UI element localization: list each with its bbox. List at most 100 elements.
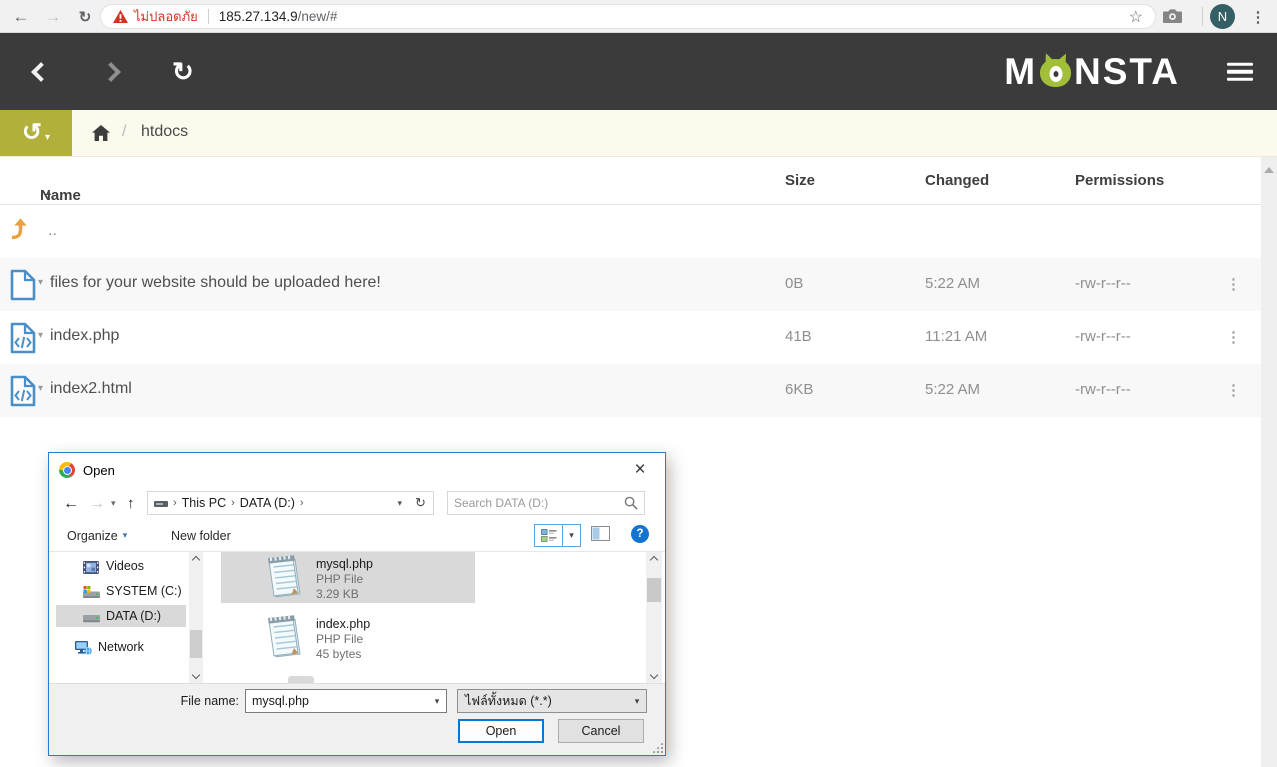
combo-caret-icon[interactable]: ▾ xyxy=(628,696,646,707)
camera-icon[interactable] xyxy=(1163,8,1182,28)
table-row[interactable]: ▾ files for your website should be uploa… xyxy=(0,258,1261,311)
file-name[interactable]: files for your website should be uploade… xyxy=(50,274,381,292)
row-caret-icon[interactable]: ▾ xyxy=(38,330,43,341)
file-permissions: -rw-r--r-- xyxy=(1075,381,1131,398)
hamburger-menu-icon[interactable] xyxy=(1227,58,1253,85)
dialog-search-input[interactable] xyxy=(454,496,624,510)
dialog-search-box[interactable] xyxy=(447,491,645,515)
preview-pane-icon[interactable] xyxy=(591,526,610,544)
file-name-input[interactable] xyxy=(246,694,428,708)
dialog-body: Videos SYSTEM (C:) xyxy=(49,552,665,683)
scroll-up-icon[interactable] xyxy=(650,556,658,564)
row-caret-icon[interactable]: ▾ xyxy=(38,277,43,288)
browser-menu-icon[interactable]: ⋮ xyxy=(1245,0,1271,33)
file-list-scrollbar[interactable] xyxy=(646,552,662,683)
dialog-file-list[interactable]: mysql.php PHP File 3.29 KB xyxy=(203,552,646,683)
sidebar-item-videos[interactable]: Videos xyxy=(56,555,186,577)
nav-up-icon[interactable]: ↑ xyxy=(127,487,135,520)
browser-back-icon[interactable]: ← xyxy=(8,0,34,33)
page-scrollbar[interactable] xyxy=(1261,157,1277,767)
sidebar-item-data-d[interactable]: DATA (D:) xyxy=(56,605,186,627)
open-button[interactable]: Open xyxy=(458,719,544,743)
nav-recent-caret-icon[interactable]: ▾ xyxy=(111,487,116,520)
address-bar[interactable]: ไม่ปลอดภัย 185.27.134.9/new/# ☆ xyxy=(100,4,1156,29)
address-caret-icon[interactable]: ▾ xyxy=(397,498,402,509)
dialog-close-icon[interactable]: × xyxy=(625,453,655,487)
breadcrumb-separator: / xyxy=(122,123,126,141)
sidebar-item-network[interactable]: Network xyxy=(56,636,186,658)
file-tile-mysql[interactable]: mysql.php PHP File 3.29 KB xyxy=(221,552,475,603)
resize-grip[interactable] xyxy=(652,742,663,753)
sidebar-scrollbar[interactable] xyxy=(189,552,203,683)
scroll-up-icon[interactable] xyxy=(192,556,200,564)
table-row[interactable]: ▾ index.php 41B 11:21 AM -rw-r--r-- ⋮ xyxy=(0,311,1261,364)
row-menu-icon[interactable]: ⋮ xyxy=(1226,328,1241,346)
breadcrumb-folder[interactable]: htdocs xyxy=(141,123,188,141)
column-permissions[interactable]: Permissions xyxy=(1075,172,1164,189)
sidebar-item-label: Videos xyxy=(106,559,144,573)
row-menu-icon[interactable]: ⋮ xyxy=(1226,275,1241,293)
dialog-address-bar[interactable]: › This PC › DATA (D:) › ▾ xyxy=(147,491,409,515)
monsta-refresh-icon[interactable]: ↻ xyxy=(172,56,194,87)
browser-toolbar: ← → ↻ ไม่ปลอดภัย 185.27.134.9/new/# ☆ xyxy=(0,0,1277,33)
organize-button[interactable]: Organize ▾ xyxy=(67,520,127,551)
help-icon[interactable]: ? xyxy=(631,525,649,543)
nav-forward-icon[interactable]: → xyxy=(89,487,105,520)
combo-caret-icon[interactable]: ▾ xyxy=(428,696,446,707)
sidebar-item-label: DATA (D:) xyxy=(106,609,161,623)
monsta-monster-icon xyxy=(1039,53,1072,90)
file-size: 41B xyxy=(785,328,812,345)
monsta-back-icon[interactable] xyxy=(31,62,51,82)
views-split-button[interactable]: ▾ xyxy=(534,524,581,547)
file-table-header: Name▲ Size Changed Permissions xyxy=(0,157,1261,205)
bookmark-star-icon[interactable]: ☆ xyxy=(1129,7,1143,27)
scrollbar-thumb[interactable] xyxy=(190,630,202,658)
file-name-combo[interactable]: ▾ xyxy=(245,689,447,713)
nav-back-icon[interactable]: ← xyxy=(63,487,79,520)
sidebar-item-system-c[interactable]: SYSTEM (C:) xyxy=(56,580,186,602)
file-type-value: ไฟล์ทั้งหมด (*.*) xyxy=(458,691,628,711)
scrollbar-thumb[interactable] xyxy=(647,578,661,602)
file-name[interactable]: index.php xyxy=(50,327,119,345)
up-directory-label[interactable]: .. xyxy=(48,222,57,240)
monsta-forward-icon[interactable] xyxy=(101,62,121,82)
security-warning[interactable]: ไม่ปลอดภัย xyxy=(113,6,198,27)
file-name[interactable]: index2.html xyxy=(50,380,132,398)
caret-down-icon: ▾ xyxy=(45,132,50,143)
dialog-titlebar[interactable]: Open × xyxy=(49,453,665,487)
sidebar-item-label: SYSTEM (C:) xyxy=(106,584,182,598)
home-breadcrumb-icon[interactable] xyxy=(92,125,110,146)
history-dropdown-button[interactable]: ↺ ▾ xyxy=(0,110,72,156)
file-tile-index[interactable]: index.php PHP File 45 bytes xyxy=(221,612,475,665)
scroll-up-icon[interactable] xyxy=(1264,167,1274,173)
address-refresh-icon[interactable]: ↻ xyxy=(408,491,434,515)
file-name-label: File name: xyxy=(139,694,239,708)
videos-icon xyxy=(83,559,99,581)
table-row-up[interactable]: .. xyxy=(0,205,1261,258)
system-drive-icon xyxy=(83,584,100,606)
views-icon[interactable] xyxy=(535,525,562,546)
file-tile-text: index.php PHP File 45 bytes xyxy=(316,616,370,662)
table-row[interactable]: ▾ index2.html 6KB 5:22 AM -rw-r--r-- ⋮ xyxy=(0,364,1261,417)
profile-avatar[interactable]: N xyxy=(1210,4,1235,29)
up-directory-icon[interactable] xyxy=(10,216,31,245)
column-changed[interactable]: Changed xyxy=(925,172,989,189)
cancel-button[interactable]: Cancel xyxy=(558,719,644,743)
new-folder-button[interactable]: New folder xyxy=(171,520,231,551)
browser-forward-icon[interactable]: → xyxy=(40,0,66,33)
drive-icon xyxy=(154,498,168,509)
path-data-drive[interactable]: DATA (D:) xyxy=(240,496,295,510)
row-menu-icon[interactable]: ⋮ xyxy=(1226,381,1241,399)
scroll-down-icon[interactable] xyxy=(192,671,200,679)
history-icon: ↺ xyxy=(22,121,42,145)
path-this-pc[interactable]: This PC xyxy=(182,496,226,510)
notepad-file-icon xyxy=(263,615,305,664)
file-permissions: -rw-r--r-- xyxy=(1075,275,1131,292)
file-type-combo[interactable]: ไฟล์ทั้งหมด (*.*) ▾ xyxy=(457,689,647,713)
scroll-down-icon[interactable] xyxy=(650,671,658,679)
browser-reload-icon[interactable]: ↻ xyxy=(72,0,98,33)
row-caret-icon[interactable]: ▾ xyxy=(38,383,43,394)
column-size[interactable]: Size xyxy=(785,172,815,189)
views-caret-icon[interactable]: ▾ xyxy=(562,525,580,546)
caret-down-icon: ▾ xyxy=(123,530,128,541)
